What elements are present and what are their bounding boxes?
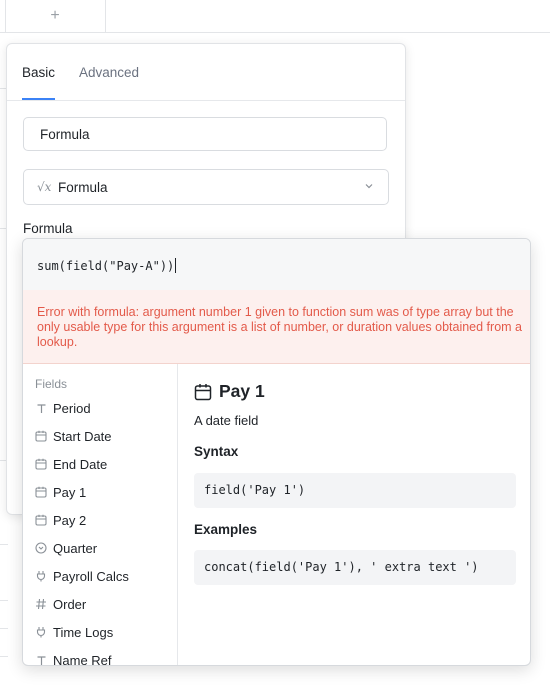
- syntax-code: field('Pay 1'): [194, 473, 516, 508]
- field-documentation: Pay 1 A date field Syntax field('Pay 1')…: [178, 364, 530, 665]
- field-item-label: Time Logs: [53, 624, 114, 640]
- field-item-label: Start Date: [53, 428, 112, 444]
- field-item-label: Pay 1: [53, 484, 87, 500]
- text-icon: [35, 402, 47, 414]
- field-item-payroll-calcs[interactable]: Payroll Calcs: [35, 566, 129, 586]
- field-item-label: Order: [53, 596, 87, 612]
- field-item-quarter[interactable]: Quarter: [35, 538, 97, 558]
- text-icon: [35, 654, 47, 665]
- grid-row-divider: [0, 544, 8, 545]
- field-item-label: Period: [53, 400, 91, 416]
- fields-list-title: Fields: [35, 377, 68, 391]
- field-item-period[interactable]: Period: [35, 398, 91, 418]
- link-icon: [35, 570, 47, 582]
- examples-heading: Examples: [194, 522, 258, 537]
- text-caret: [175, 258, 177, 273]
- field-item-name-ref[interactable]: Name Ref: [35, 650, 112, 666]
- formula-heading: Formula: [23, 221, 73, 236]
- formula-error-message: Error with formula: argument number 1 gi…: [37, 305, 522, 349]
- doc-description: A date field: [194, 413, 259, 428]
- formula-error-banner: Error with formula: argument number 1 gi…: [23, 290, 530, 364]
- field-item-order[interactable]: Order: [35, 594, 86, 614]
- formula-code-input[interactable]: sum(field("Pay-A")): [23, 239, 530, 291]
- field-item-pay-1[interactable]: Pay 1: [35, 482, 86, 502]
- grid-row-divider: [0, 600, 8, 601]
- grid-row-divider: [0, 656, 8, 657]
- formula-code-line: sum(field("Pay-A")): [37, 258, 177, 273]
- field-item-end-date[interactable]: End Date: [35, 454, 107, 474]
- doc-title-text: Pay 1: [219, 381, 265, 401]
- tab-advanced[interactable]: Advanced: [79, 65, 139, 80]
- grid-row-divider: [0, 628, 8, 629]
- doc-title: Pay 1: [194, 381, 265, 402]
- field-name-input[interactable]: [23, 117, 387, 151]
- formula-code-text: sum(field("Pay-A")): [37, 259, 175, 273]
- tab-basic[interactable]: Basic: [22, 65, 55, 80]
- example-code: concat(field('Pay 1'), ' extra text '): [194, 550, 516, 585]
- field-item-time-logs[interactable]: Time Logs: [35, 622, 113, 642]
- formula-editor-popover: sum(field("Pay-A")) Error with formula: …: [22, 238, 531, 666]
- field-item-start-date[interactable]: Start Date: [35, 426, 112, 446]
- plus-icon: +: [50, 7, 60, 24]
- active-tab-indicator: [22, 98, 55, 100]
- field-item-label: Pay 2: [53, 512, 87, 528]
- field-item-label: Payroll Calcs: [53, 568, 129, 584]
- field-item-label: End Date: [53, 456, 108, 472]
- link-icon: [35, 626, 47, 638]
- field-item-pay-2[interactable]: Pay 2: [35, 510, 86, 530]
- single-select-icon: [35, 542, 47, 554]
- field-item-label: Quarter: [53, 540, 98, 556]
- calendar-icon: [35, 486, 47, 498]
- calendar-icon: [35, 430, 47, 442]
- tab-bar: Basic Advanced: [7, 44, 405, 101]
- add-column-button[interactable]: +: [5, 0, 105, 32]
- formula-icon: √x: [37, 180, 52, 194]
- field-type-label: Formula: [58, 179, 108, 195]
- field-item-label: Name Ref: [53, 652, 112, 666]
- calendar-icon: [35, 458, 47, 470]
- field-type-select[interactable]: √x Formula: [23, 169, 389, 205]
- calendar-icon: [35, 514, 47, 526]
- number-icon: [35, 598, 47, 610]
- syntax-heading: Syntax: [194, 444, 239, 459]
- fields-list: Fields Period Start Date End Date Pay 1 …: [23, 364, 178, 666]
- calendar-icon: [194, 383, 212, 400]
- chevron-down-icon: [365, 184, 373, 189]
